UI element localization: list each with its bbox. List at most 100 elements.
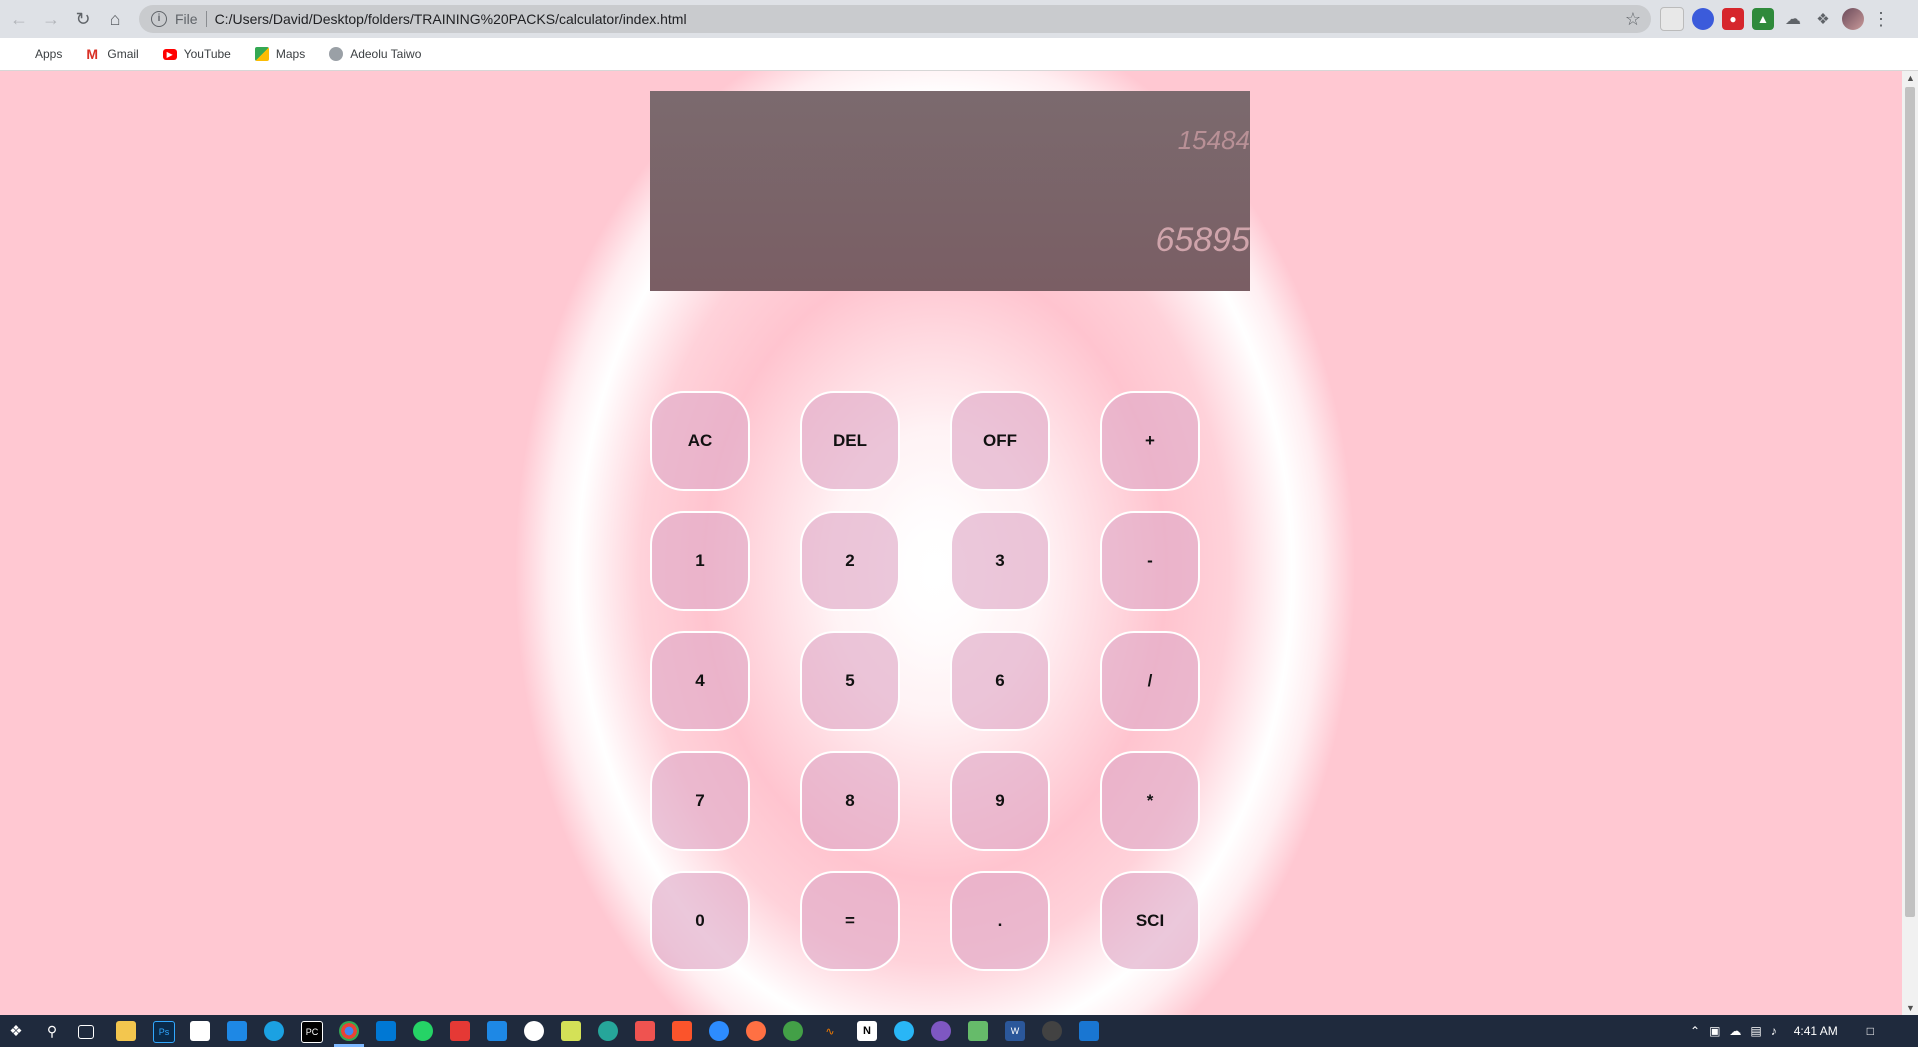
app-tool-icon[interactable] [968,1021,988,1041]
key-del[interactable]: DEL [800,391,900,491]
key-ac[interactable]: AC [650,391,750,491]
scrollbar-thumb[interactable] [1905,87,1915,917]
bookmark-label: Adeolu Taiwo [350,47,422,61]
apps-grid-icon [14,47,28,61]
bookmark-gmail[interactable]: M Gmail [80,44,144,64]
app-green-icon[interactable] [783,1021,803,1041]
key-decimal[interactable]: . [950,871,1050,971]
extensions-area: ● ▲ ☁ ❖ ⋮ [1660,7,1890,31]
app-teal-icon[interactable] [598,1021,618,1041]
bookmark-label: Maps [275,47,306,61]
globe-icon [329,47,344,61]
tray-chevron-icon[interactable]: ⌃ [1690,1024,1700,1038]
info-icon[interactable]: i [151,11,167,27]
vscode-icon[interactable] [376,1021,396,1041]
calendar-icon[interactable] [487,1021,507,1041]
address-url[interactable]: C:/Users/David/Desktop/folders/TRAINING%… [215,11,687,27]
app-red-icon[interactable] [450,1021,470,1041]
windows-start-icon[interactable]: ❖ [6,1021,26,1041]
notifications-icon[interactable]: □ [1867,1024,1874,1038]
key-multiply[interactable]: * [1100,751,1200,851]
browser-toolbar: ← → ↻ ⌂ i File C:/Users/David/Desktop/fo… [0,0,1918,38]
telegram-icon[interactable] [894,1021,914,1041]
file-explorer-icon[interactable] [116,1021,136,1041]
address-divider [205,11,207,27]
back-icon[interactable]: ← [8,8,30,30]
app-orange-icon[interactable] [746,1021,766,1041]
app-window-icon[interactable] [1079,1021,1099,1041]
key-2[interactable]: 2 [800,511,900,611]
bookmark-star-icon[interactable]: ☆ [1625,9,1641,30]
key-equals[interactable]: = [800,871,900,971]
key-minus[interactable]: - [1100,511,1200,611]
chrome-icon[interactable] [339,1021,359,1041]
bookmark-label: Gmail [107,47,139,61]
menu-kebab-icon[interactable]: ⋮ [1872,9,1890,30]
calculator-page: 15484 65895 AC DEL OFF + 1 2 3 - 4 5 6 /… [0,71,1902,1015]
key-plus[interactable]: + [1100,391,1200,491]
whatsapp-icon[interactable] [413,1021,433,1041]
key-0[interactable]: 0 [650,871,750,971]
brave-icon[interactable] [672,1021,692,1041]
cloud-icon[interactable]: ☁ [1782,8,1804,30]
mail-icon[interactable] [227,1021,247,1041]
jupyter-icon[interactable]: ∿ [820,1021,840,1041]
gmail-icon: M [86,46,99,62]
tray-meet-icon[interactable]: ▣ [1709,1024,1720,1038]
windows-taskbar: ❖ ⚲ Ps PC ∿ N W ⌃ ▣ ☁ ▤ ♪ 4:41 AM □ [0,1015,1918,1047]
bookmark-maps[interactable]: Maps [249,44,311,64]
page-scrollbar[interactable]: ▲ ▼ [1902,71,1918,1015]
search-icon[interactable]: ⚲ [42,1021,62,1041]
bookmark-label: Apps [35,47,63,61]
scroll-down-arrow-icon[interactable]: ▼ [1906,1003,1915,1013]
bookmark-apps[interactable]: Apps [8,44,68,64]
current-operand: 65895 [1155,221,1250,259]
system-tray: ⌃ ▣ ☁ ▤ ♪ 4:41 AM □ [1690,1015,1874,1047]
notion-icon[interactable]: N [857,1021,877,1041]
key-divide[interactable]: / [1100,631,1200,731]
photoshop-icon[interactable]: Ps [153,1021,175,1043]
word-icon[interactable]: W [1005,1021,1025,1041]
home-icon[interactable]: ⌂ [104,8,126,30]
address-bar[interactable]: i File C:/Users/David/Desktop/folders/TR… [139,5,1651,33]
extension-red-icon[interactable]: ● [1722,8,1744,30]
bookmark-youtube[interactable]: ▶ YouTube [157,44,237,64]
task-view-icon[interactable] [78,1025,94,1039]
extension-blue-icon[interactable] [1692,8,1714,30]
app-purple-icon[interactable] [931,1021,951,1041]
pycharm-icon[interactable]: PC [301,1021,323,1043]
bookmark-adeolu-taiwo[interactable]: Adeolu Taiwo [323,44,427,64]
app-circle-icon[interactable] [524,1021,544,1041]
key-9[interactable]: 9 [950,751,1050,851]
extension-tree-icon[interactable]: ▲ [1752,8,1774,30]
extensions-puzzle-icon[interactable]: ❖ [1812,8,1834,30]
key-6[interactable]: 6 [950,631,1050,731]
reload-icon[interactable]: ↻ [72,8,94,30]
scroll-up-arrow-icon[interactable]: ▲ [1906,73,1915,83]
taskbar-clock[interactable]: 4:41 AM [1794,1024,1838,1038]
obs-icon[interactable] [1042,1021,1062,1041]
key-3[interactable]: 3 [950,511,1050,611]
key-8[interactable]: 8 [800,751,900,851]
onedrive-icon[interactable]: ☁ [1729,1024,1741,1038]
zoom-icon[interactable] [709,1021,729,1041]
store-icon[interactable] [190,1021,210,1041]
profile-avatar[interactable] [1842,8,1864,30]
key-7[interactable]: 7 [650,751,750,851]
forward-icon[interactable]: → [40,8,62,30]
edge-icon[interactable] [264,1021,284,1041]
key-off[interactable]: OFF [950,391,1050,491]
previous-operand: 15484 [1177,125,1250,155]
key-sci[interactable]: SCI [1100,871,1200,971]
maps-icon [254,47,269,61]
key-4[interactable]: 4 [650,631,750,731]
network-icon[interactable]: ▤ [1750,1024,1761,1038]
key-5[interactable]: 5 [800,631,900,731]
bookmark-label: YouTube [183,47,231,61]
extension-page-icon[interactable] [1660,7,1684,31]
app-video-icon[interactable] [635,1021,655,1041]
volume-icon[interactable]: ♪ [1771,1024,1777,1038]
calculator-display: 15484 65895 [650,91,1250,291]
notepad-icon[interactable] [561,1021,581,1041]
key-1[interactable]: 1 [650,511,750,611]
